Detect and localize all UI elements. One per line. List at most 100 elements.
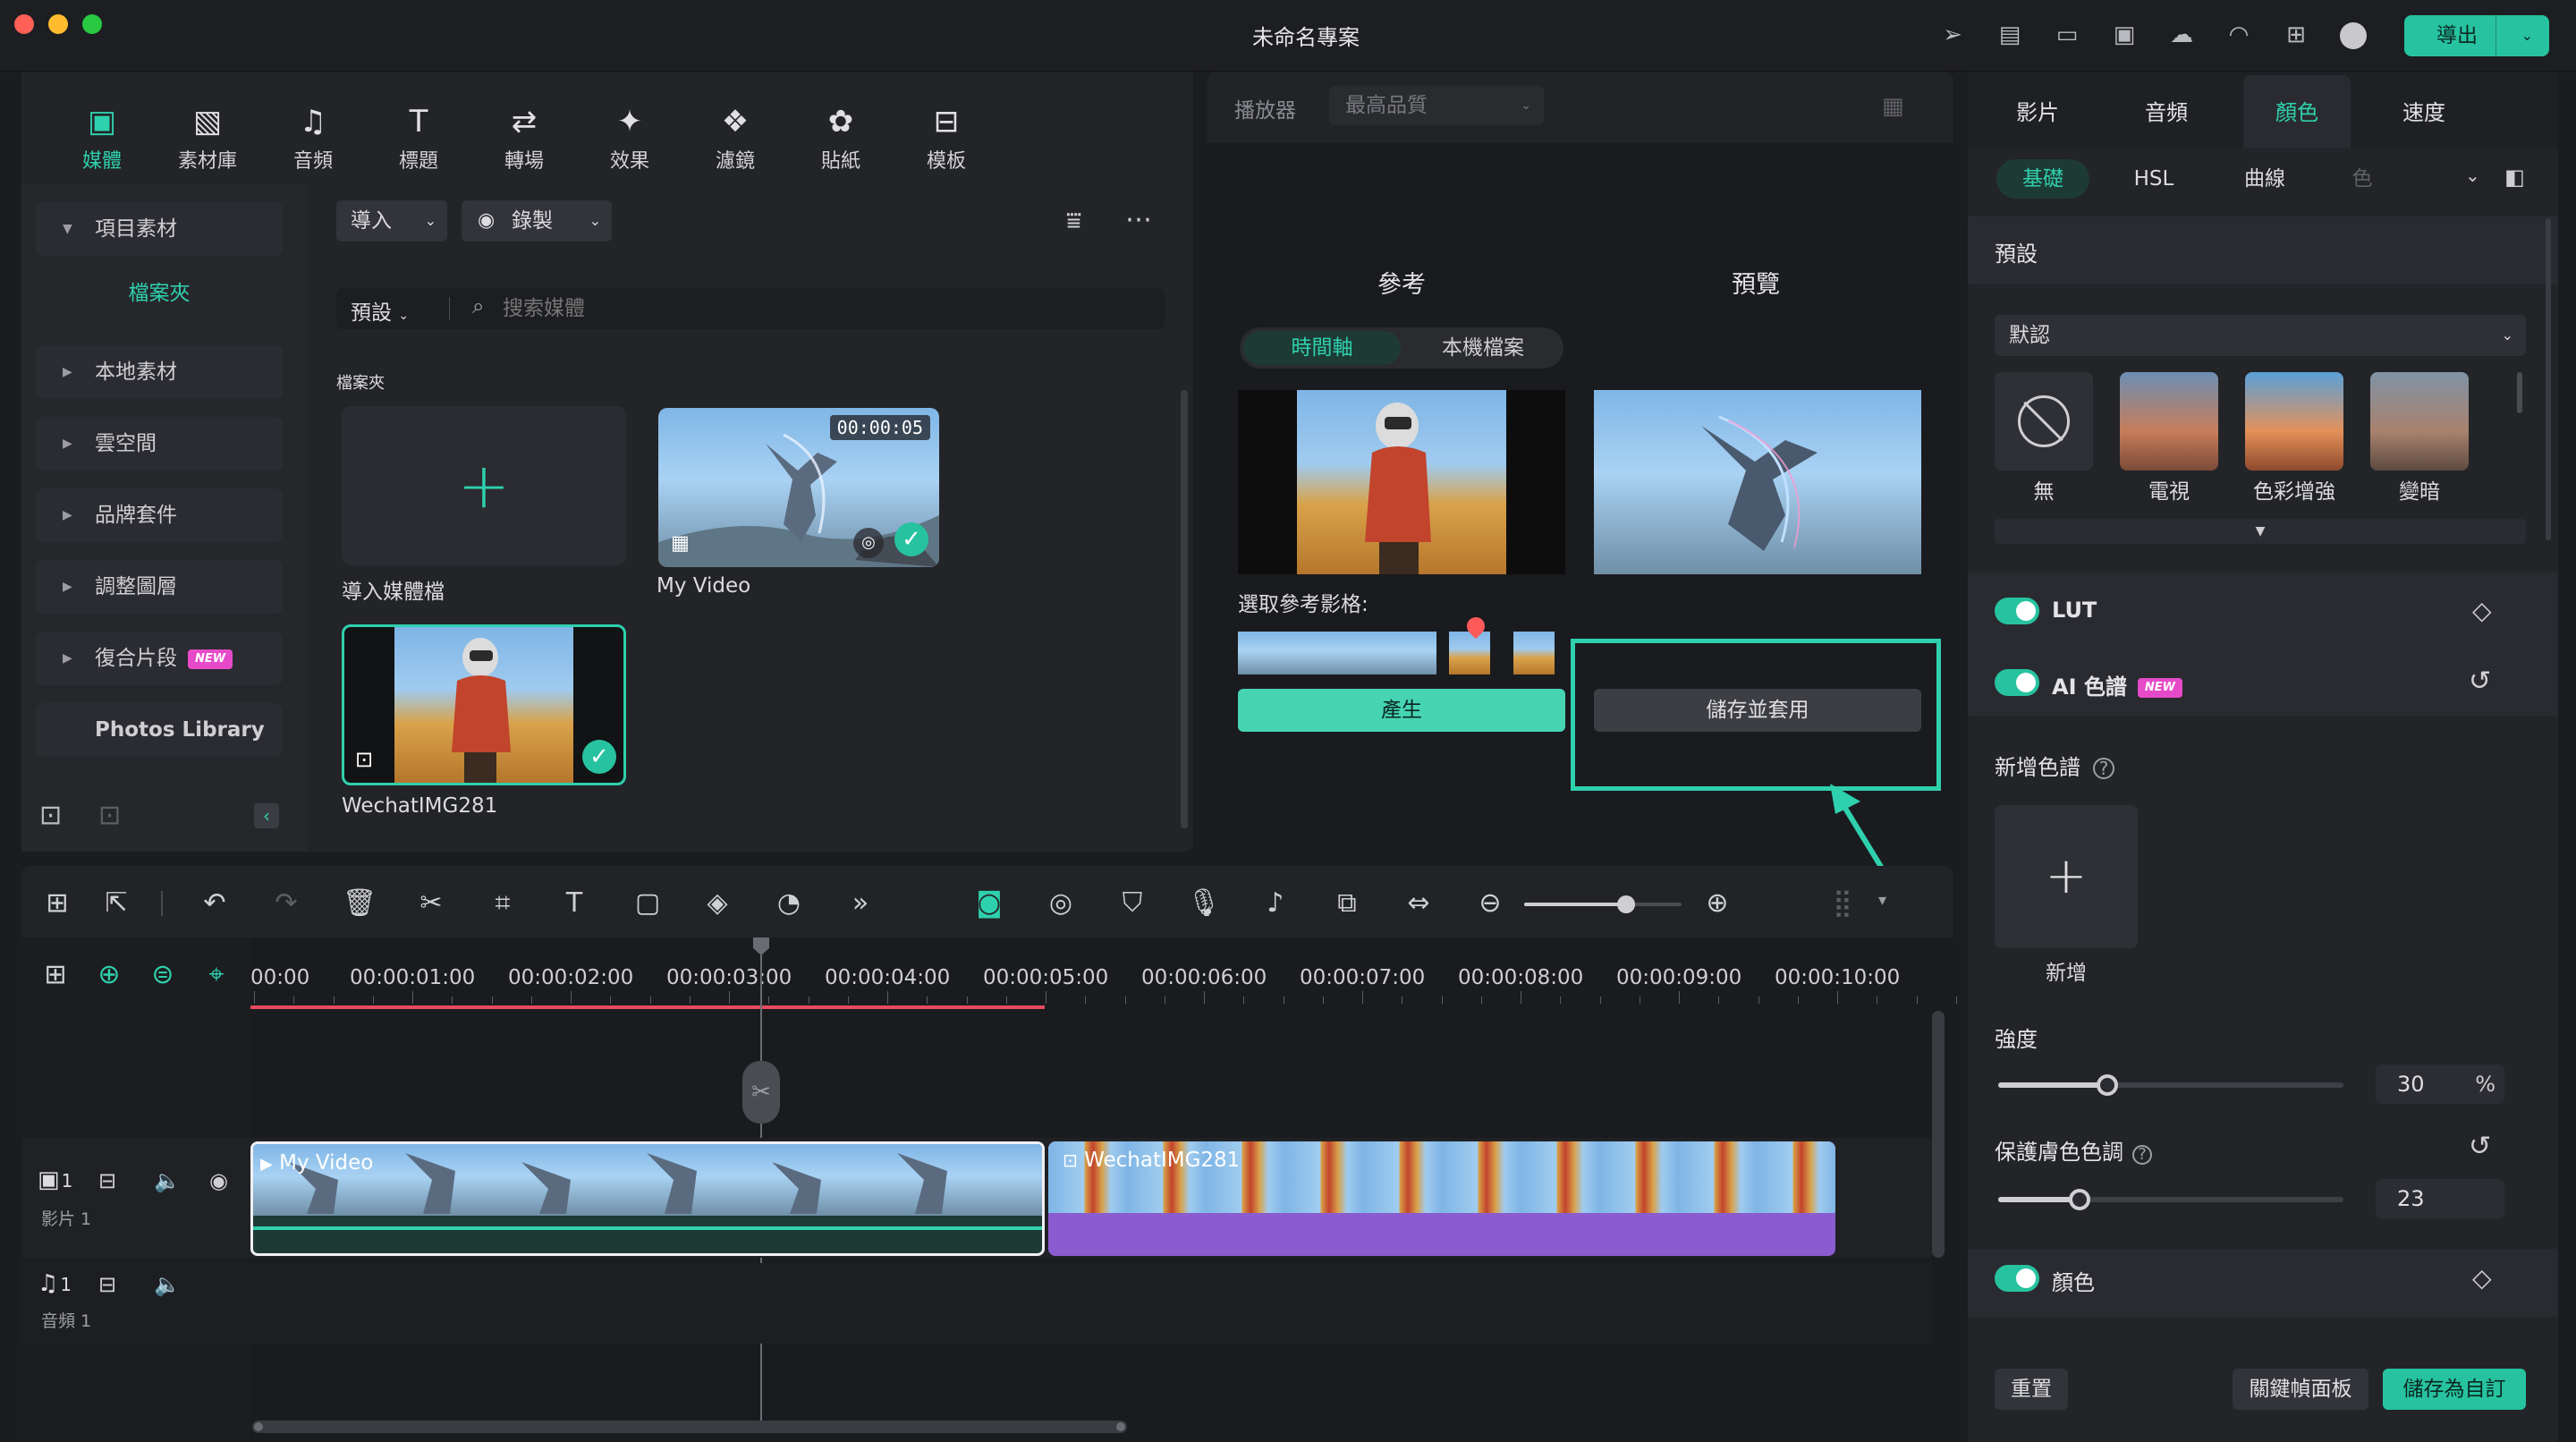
tab-audio[interactable]: ♫ 音頻 [268,104,358,174]
strength-slider-knob[interactable] [2097,1074,2118,1096]
tab-audio-props[interactable]: 音頻 [2114,95,2218,126]
quality-dropdown[interactable]: 最高品質 ⌄ [1329,86,1544,125]
sidebar-item-photos-library[interactable]: Photos Library [36,703,283,757]
link-icon[interactable]: ⊕ [91,957,127,993]
new-folder-icon[interactable]: ⊡ [39,800,62,831]
split-icon[interactable]: ✂ [413,886,449,921]
add-palette-button[interactable]: + [1995,805,2138,948]
search-input[interactable] [503,293,1039,324]
microphone-icon[interactable]: 🎙 [1186,886,1222,921]
tab-effects[interactable]: ✦ 效果 [585,104,674,174]
undo-icon[interactable]: ↶ [197,886,233,921]
sidebar-item-adjustment[interactable]: ▶ 調整圖層 [36,560,283,614]
skin-tone-slider-knob[interactable] [2069,1189,2090,1210]
timeline-clip-wechat[interactable]: ⊡ WechatIMG281 [1048,1141,1835,1256]
keyframe-icon[interactable]: ◇ [2472,1263,2492,1293]
folder-icon[interactable]: ⊡ [98,800,121,831]
timeline-ruler[interactable]: 00:00 00:00:01:00 00:00:02:00 00:00:03:00 00… [250,937,1957,1009]
timeline-clip-my-video[interactable]: ▶ My Video [250,1141,1045,1256]
color-match-icon[interactable]: ◈ [699,886,735,921]
preset-none[interactable] [1995,372,2093,471]
zoom-out-icon[interactable]: ⊖ [1472,886,1508,921]
expand-presets-button[interactable]: ▼ [1995,519,2526,544]
reference-frame-strip[interactable] [1238,632,1436,674]
save-icon[interactable]: ▣ [2107,18,2141,52]
tab-local-file[interactable]: 本機檔案 [1406,331,1560,365]
tab-timeline[interactable]: 時間軸 [1243,331,1401,365]
media-clip-wechat[interactable]: ⊡ ✓ [342,624,626,785]
tab-stock[interactable]: ▧ 素材庫 [163,104,252,174]
reference-frame[interactable] [1513,632,1555,674]
render-icon[interactable]: ◎ [1043,886,1079,921]
tab-filters[interactable]: ❖ 濾鏡 [691,104,780,174]
monitor-icon[interactable]: ▭ [2050,18,2084,52]
reset-icon[interactable]: ↺ [2469,666,2491,697]
color-toggle[interactable] [1995,1265,2039,1292]
import-dropdown[interactable]: 導入 ⌄ [336,200,447,242]
crop-icon[interactable]: ⌗ [485,886,521,921]
speaker-icon[interactable]: 🔈 [154,1168,181,1193]
more-icon[interactable]: ⋯ [1125,204,1152,235]
grid-icon[interactable]: ⊞ [2279,18,2313,52]
sidebar-item-brand[interactable]: ▶ 品牌套件 [36,488,283,542]
lock-icon[interactable]: ⊟ [98,1272,116,1297]
reset-button[interactable]: 重置 [1995,1369,2068,1410]
select-tool-icon[interactable]: ⇱ [98,886,134,921]
layout-grid-icon[interactable]: ⊞ [39,886,75,921]
timeline-horizontal-scrollbar[interactable] [252,1421,1127,1433]
preview-icon[interactable]: ◎ [853,528,884,558]
preset-select[interactable]: 默認 ⌄ [1995,315,2526,356]
magnet-icon[interactable]: ⊜ [145,957,181,993]
strength-slider[interactable] [1998,1074,2343,1096]
lut-toggle[interactable] [1995,598,2039,624]
preset-color-enhance[interactable] [2245,372,2343,471]
more-tools-icon[interactable]: » [843,886,878,921]
properties-scrollbar[interactable] [2546,218,2551,540]
send-icon[interactable]: ➢ [1936,18,1970,52]
marker-icon[interactable]: ⛉ [1114,886,1150,921]
pip-icon[interactable]: ⧉ [1329,886,1365,921]
sidebar-item-cloud[interactable]: ▶ 雲空間 [36,417,283,471]
tab-titles[interactable]: T 標題 [374,104,463,174]
sidebar-item-local[interactable]: ▶ 本地素材 [36,345,283,399]
chevron-down-icon[interactable]: ⌄ [2465,165,2480,186]
fit-icon[interactable]: ⇔ [1401,886,1436,921]
compare-icon[interactable]: ◧ [2504,165,2525,190]
keyframe-panel-button[interactable]: 關鍵幀面板 [2233,1369,2368,1410]
close-window-button[interactable] [14,14,34,34]
mask-icon[interactable]: ▢ [630,886,665,921]
info-icon[interactable]: ? [2132,1145,2152,1165]
save-custom-button[interactable]: 儲存為自訂 [2383,1369,2526,1410]
reference-frame[interactable] [1449,632,1490,674]
snap-icon[interactable]: ⌖ [199,957,234,993]
generate-button[interactable]: 產生 [1238,689,1565,732]
ai-palette-toggle[interactable] [1995,669,2039,696]
avatar[interactable] [2336,18,2370,52]
sidebar-item-project-media[interactable]: ▼ 項目素材 [36,202,283,256]
text-tool-icon[interactable]: T [556,886,592,921]
tab-video[interactable]: 影片 [1986,95,2089,126]
maximize-window-button[interactable] [82,14,102,34]
preset-tv[interactable] [2120,372,2218,471]
subtab-basic[interactable]: 基礎 [1996,159,2089,199]
filter-sort-icon[interactable]: ⩸ [1066,206,1081,236]
timeline-vertical-scrollbar[interactable] [1932,1011,1945,1258]
strength-input[interactable]: 30% [2376,1065,2504,1104]
layout-icon[interactable]: ▦ [1882,93,1904,120]
media-scrollbar[interactable] [1181,390,1188,828]
tab-transitions[interactable]: ⇄ 轉場 [479,104,569,174]
tab-media[interactable]: ▣ 媒體 [57,104,147,174]
headset-icon[interactable]: ◠ [2222,18,2256,52]
media-clip-my-video[interactable]: 00:00:05 ▦ ◎ ✓ [658,408,939,567]
add-track-icon[interactable]: ⊞ [38,957,73,993]
timeline-zoom-slider[interactable] [1524,895,1682,913]
zoom-slider-knob[interactable] [1617,895,1635,913]
task-icon[interactable]: ▤ [1993,18,2027,52]
delete-icon[interactable]: 🗑 [342,886,377,921]
skin-tone-input[interactable]: 23 [2376,1179,2504,1218]
subtab-more[interactable]: 色 [2340,159,2385,199]
audio-edit-icon[interactable]: ♪ [1258,886,1293,921]
record-dropdown[interactable]: ◉ 錄製 ⌄ [462,200,612,242]
minimize-window-button[interactable] [48,14,68,34]
tab-color[interactable]: 顏色 [2243,95,2351,126]
